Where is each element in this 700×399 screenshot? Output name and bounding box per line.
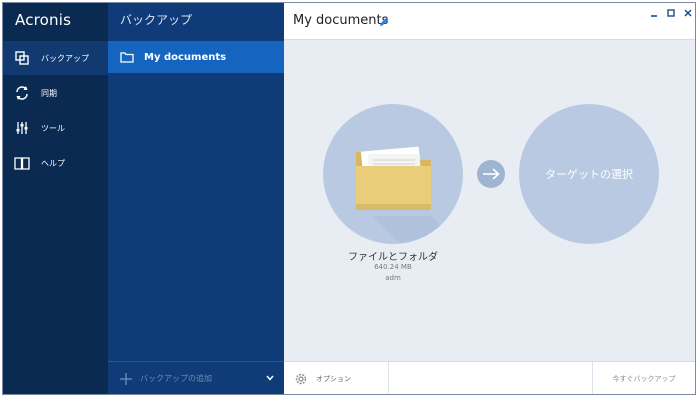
nav-item-label: ヘルプ <box>41 158 65 168</box>
pencil-icon[interactable] <box>379 16 390 27</box>
add-backup-label: バックアップの追加 <box>140 374 212 383</box>
folder-icon <box>120 51 134 63</box>
app-logo: Acronis <box>15 11 72 29</box>
target-label: ターゲットの選択 <box>545 168 633 181</box>
nav-item-backup[interactable]: バックアップ <box>3 41 108 75</box>
minimize-button[interactable] <box>647 7 661 19</box>
source-selector[interactable] <box>323 104 463 244</box>
window-frame: Acronis バックアップ 同期 ツール ヘルプ バックアップ My docu… <box>2 2 696 395</box>
nav-item-tools[interactable]: ツール <box>3 111 108 145</box>
source-user: adm <box>385 274 401 282</box>
options-button[interactable]: オプション <box>284 362 389 394</box>
gear-icon <box>294 372 308 386</box>
backup-title: My documents <box>293 13 389 28</box>
plus-icon <box>120 372 132 385</box>
backup-item-label: My documents <box>144 51 227 63</box>
main-nav: Acronis バックアップ 同期 ツール ヘルプ <box>3 3 108 394</box>
backup-list-item[interactable]: My documents <box>108 41 284 73</box>
tools-icon <box>13 119 31 137</box>
nav-item-sync[interactable]: 同期 <box>3 76 108 110</box>
sync-icon <box>13 84 31 102</box>
add-backup-button[interactable]: バックアップの追加 <box>108 361 284 394</box>
nav-item-help[interactable]: ヘルプ <box>3 146 108 180</box>
source-size: 640.24 MB <box>374 263 412 271</box>
backup-icon <box>13 49 31 67</box>
backup-now-button[interactable]: 今すぐバックアップ <box>592 362 695 394</box>
help-book-icon <box>13 154 31 172</box>
nav-item-label: 同期 <box>41 88 57 98</box>
arrow-right-icon <box>477 160 505 188</box>
nav-item-label: ツール <box>41 123 65 133</box>
close-button[interactable] <box>681 7 695 19</box>
folder-with-files-icon <box>356 146 459 244</box>
nav-item-label: バックアップ <box>41 53 89 63</box>
title-bar: My documents <box>284 3 695 40</box>
source-label: ファイルとフォルダ <box>348 252 438 263</box>
backup-list-panel: バックアップ My documents バックアップの追加 <box>108 3 284 394</box>
acronis-window: Acronis バックアップ 同期 ツール ヘルプ バックアップ My docu… <box>0 0 700 399</box>
main-panel: My documents ファイルとフォルダ 640.24 MB adm ターゲ… <box>284 3 695 394</box>
options-label: オプション <box>316 374 351 383</box>
backup-list-title: バックアップ <box>120 13 193 27</box>
chevron-down-icon[interactable] <box>266 375 274 381</box>
maximize-button[interactable] <box>664 7 678 19</box>
bottom-bar: オプション 今すぐバックアップ <box>284 361 695 394</box>
target-selector[interactable]: ターゲットの選択 <box>519 104 659 244</box>
backup-now-label: 今すぐバックアップ <box>612 374 676 383</box>
